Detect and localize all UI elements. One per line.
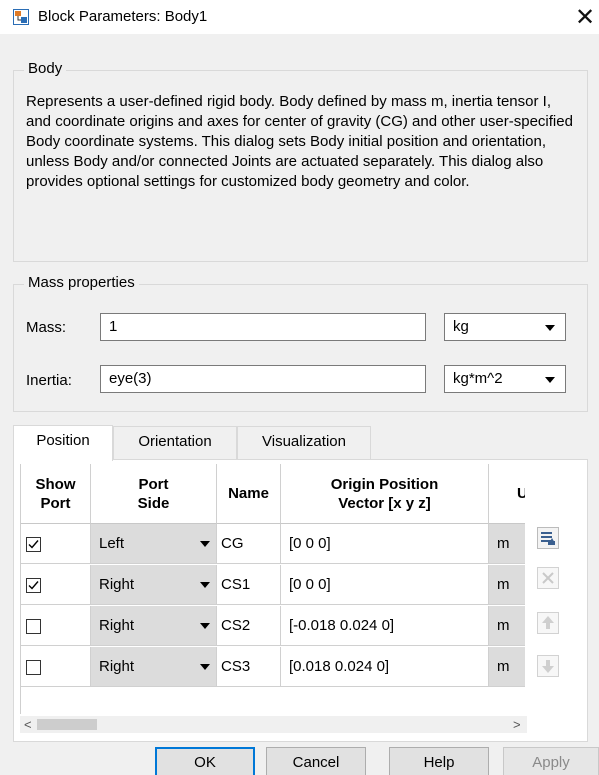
origin-position-cell[interactable]: [0 0 0] bbox=[281, 524, 489, 564]
inertia-unit-value: kg*m^2 bbox=[453, 370, 503, 387]
checkmark-icon bbox=[28, 540, 39, 549]
inertia-label: Inertia: bbox=[26, 372, 72, 389]
close-icon[interactable]: ✕ bbox=[575, 3, 599, 31]
mass-label: Mass: bbox=[26, 319, 67, 336]
header-unit: Un bbox=[489, 464, 525, 524]
inertia-field[interactable]: eye(3) bbox=[100, 365, 426, 393]
add-row-icon[interactable] bbox=[537, 527, 559, 549]
window-title: Block Parameters: Body1 bbox=[38, 8, 208, 25]
mass-unit-select[interactable]: kg bbox=[444, 313, 566, 341]
show-port-cell bbox=[21, 647, 91, 687]
show-port-checkbox[interactable] bbox=[26, 578, 41, 593]
show-port-cell bbox=[21, 565, 91, 605]
origin-position-cell[interactable]: [-0.018 0.024 0] bbox=[281, 606, 489, 646]
frame-name-cell[interactable]: CS2 bbox=[217, 606, 281, 646]
port-side-select[interactable]: Right bbox=[91, 606, 217, 646]
header-port-side: Port Side bbox=[91, 464, 217, 524]
port-side-value: Right bbox=[99, 617, 135, 634]
body-group-legend: Body bbox=[24, 60, 67, 77]
move-up-icon[interactable] bbox=[537, 612, 559, 634]
frames-table: Show Port Port Side Name Origin Position… bbox=[20, 464, 525, 714]
tab-visualization[interactable]: Visualization bbox=[237, 426, 371, 460]
port-side-select[interactable]: Right bbox=[91, 565, 217, 605]
tab-orientation[interactable]: Orientation bbox=[113, 426, 237, 460]
table-horizontal-scrollbar[interactable]: < > bbox=[20, 716, 527, 733]
apply-button[interactable]: Apply bbox=[503, 747, 599, 775]
inertia-unit-select[interactable]: kg*m^2 bbox=[444, 365, 566, 393]
chevron-down-icon bbox=[200, 582, 210, 588]
frame-name-cell[interactable]: CS1 bbox=[217, 565, 281, 605]
show-port-checkbox[interactable] bbox=[26, 619, 41, 634]
dialog-vertical-scrollbar[interactable] bbox=[588, 34, 599, 775]
port-side-value: Right bbox=[99, 658, 135, 675]
frame-name-cell[interactable]: CG bbox=[217, 524, 281, 564]
mass-properties-legend: Mass properties bbox=[24, 274, 139, 291]
header-name: Name bbox=[217, 464, 281, 524]
show-port-cell bbox=[21, 606, 91, 646]
header-show-port: Show Port bbox=[21, 464, 91, 524]
port-side-select[interactable]: Right bbox=[91, 647, 217, 687]
port-side-value: Right bbox=[99, 576, 135, 593]
origin-position-cell[interactable]: [0.018 0.024 0] bbox=[281, 647, 489, 687]
delete-row-icon[interactable] bbox=[537, 567, 559, 589]
unit-cell[interactable]: m bbox=[489, 524, 525, 564]
mass-field[interactable]: 1 bbox=[100, 313, 426, 341]
checkmark-icon bbox=[28, 581, 39, 590]
show-port-cell bbox=[21, 524, 91, 564]
port-side-select[interactable]: Left bbox=[91, 524, 217, 564]
unit-cell[interactable]: m bbox=[489, 606, 525, 646]
chevron-down-icon bbox=[545, 377, 555, 383]
tab-position[interactable]: Position bbox=[13, 425, 113, 461]
cancel-button[interactable]: Cancel bbox=[266, 747, 366, 775]
chevron-down-icon bbox=[200, 541, 210, 547]
ok-button[interactable]: OK bbox=[155, 747, 255, 775]
help-button[interactable]: Help bbox=[389, 747, 489, 775]
show-port-checkbox[interactable] bbox=[26, 660, 41, 675]
chevron-down-icon bbox=[545, 325, 555, 331]
chevron-down-icon bbox=[200, 623, 210, 629]
scroll-left-arrow[interactable]: < bbox=[24, 717, 32, 732]
header-origin-position: Origin Position Vector [x y z] bbox=[281, 464, 489, 524]
frame-name-cell[interactable]: CS3 bbox=[217, 647, 281, 687]
origin-position-cell[interactable]: [0 0 0] bbox=[281, 565, 489, 605]
chevron-down-icon bbox=[200, 664, 210, 670]
scroll-right-arrow[interactable]: > bbox=[513, 717, 521, 732]
port-side-value: Left bbox=[99, 535, 125, 552]
title-bar: Block Parameters: Body1 ✕ bbox=[0, 0, 599, 34]
move-down-icon[interactable] bbox=[537, 655, 559, 677]
unit-cell[interactable]: m bbox=[489, 647, 525, 687]
body-description: Represents a user-defined rigid body. Bo… bbox=[26, 93, 573, 190]
unit-cell[interactable]: m bbox=[489, 565, 525, 605]
mass-unit-value: kg bbox=[453, 318, 469, 335]
scrollbar-thumb[interactable] bbox=[37, 719, 97, 730]
show-port-checkbox[interactable] bbox=[26, 537, 41, 552]
simulink-block-icon bbox=[13, 9, 29, 25]
